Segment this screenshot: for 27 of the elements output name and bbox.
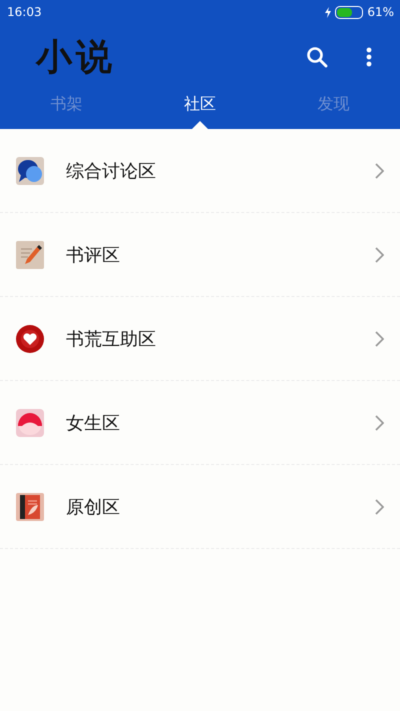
chevron-right-icon bbox=[375, 246, 384, 262]
app-title: 小说 bbox=[36, 34, 117, 80]
forum-label: 女生区 bbox=[66, 412, 121, 434]
book-quill-icon bbox=[16, 492, 44, 520]
forum-label: 书荒互助区 bbox=[66, 328, 157, 350]
forum-label: 书评区 bbox=[66, 244, 121, 266]
battery-percent: 61% bbox=[367, 5, 394, 19]
search-icon[interactable] bbox=[306, 46, 328, 68]
status-time: 16:03 bbox=[7, 5, 42, 19]
chevron-right-icon bbox=[375, 330, 384, 346]
chevron-right-icon bbox=[375, 414, 384, 430]
more-icon[interactable] bbox=[366, 47, 372, 67]
pencil-note-icon bbox=[16, 240, 44, 268]
forum-item[interactable]: 综合讨论区 bbox=[0, 129, 400, 213]
forum-label: 原创区 bbox=[66, 496, 121, 518]
chevron-right-icon bbox=[375, 498, 384, 514]
forum-item[interactable]: 女生区 bbox=[0, 381, 400, 465]
tab-indicator bbox=[192, 121, 208, 129]
forum-item[interactable]: 原创区 bbox=[0, 465, 400, 549]
forum-item[interactable]: 书评区 bbox=[0, 213, 400, 297]
battery-icon bbox=[335, 6, 364, 18]
chat-bubbles-icon bbox=[16, 156, 44, 184]
girl-avatar-icon bbox=[16, 408, 44, 436]
forum-label: 综合讨论区 bbox=[66, 160, 157, 182]
chevron-right-icon bbox=[375, 162, 384, 178]
forum-item[interactable]: 书荒互助区 bbox=[0, 297, 400, 381]
tab[interactable]: 社区 bbox=[184, 94, 216, 115]
